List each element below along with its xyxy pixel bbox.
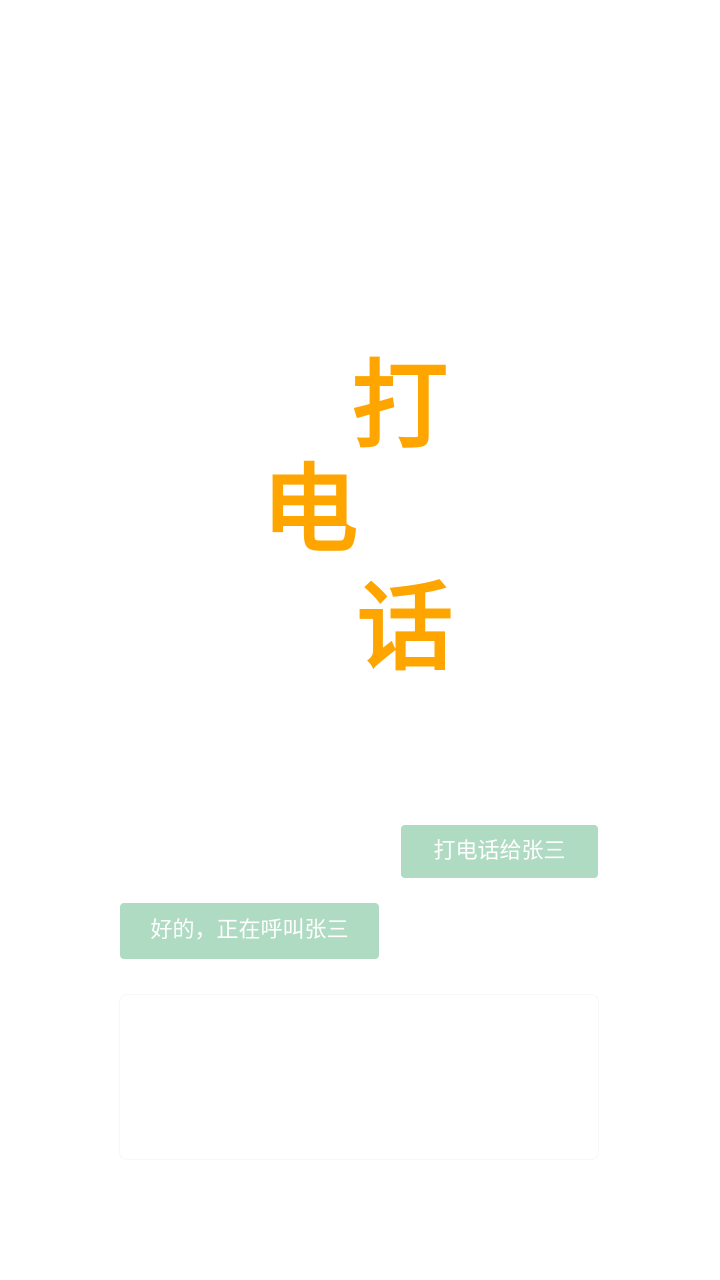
- voice-assistant-screen: 打 电 话 打电话给张三 好的，正在呼叫张三: [0, 0, 720, 1280]
- title-char-3: 话: [357, 572, 453, 684]
- title-char-1: 打: [352, 350, 448, 462]
- user-message-bubble: 打电话给张三: [401, 825, 598, 878]
- input-area[interactable]: [119, 994, 599, 1160]
- title-char-2: 电: [262, 454, 358, 566]
- assistant-reply-bubble: 好的，正在呼叫张三: [120, 903, 379, 959]
